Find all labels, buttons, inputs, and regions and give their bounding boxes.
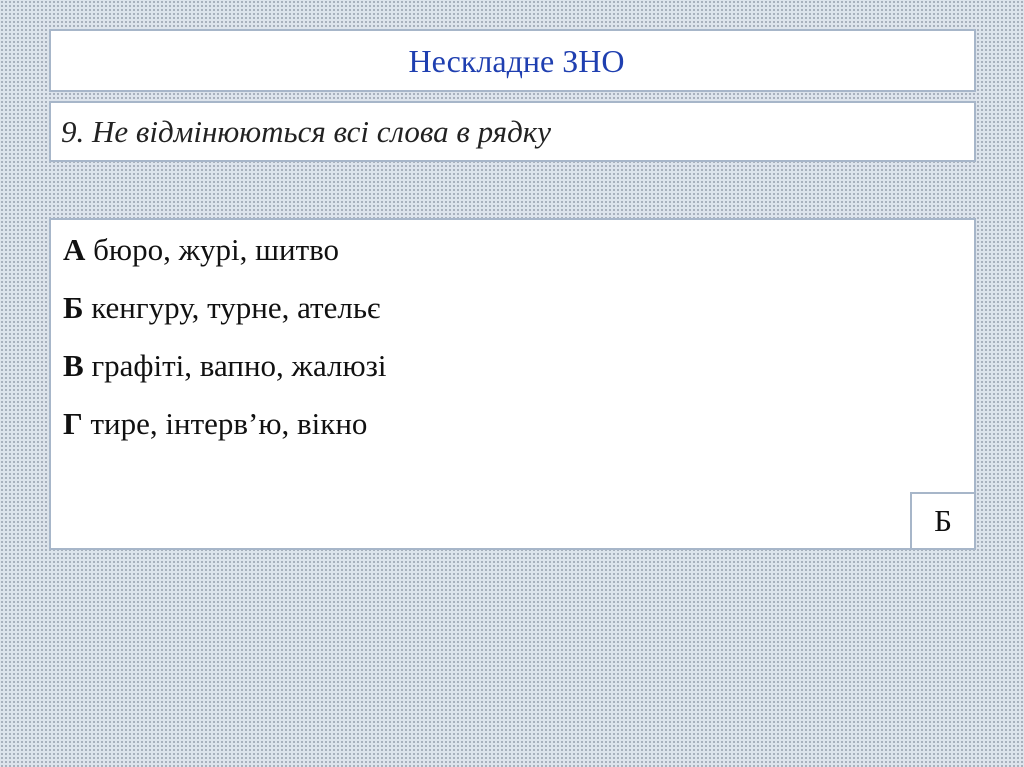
option-b-letter: Б <box>63 290 84 325</box>
option-c-text: графіті, вапно, жалюзі <box>83 348 387 383</box>
option-d-letter: Г <box>63 406 83 441</box>
answer-key-box: Б <box>910 492 976 550</box>
option-a: А бюро, журі, шитво <box>63 234 339 265</box>
option-d-text: тире, інтерв’ю, вікно <box>82 406 368 441</box>
question-text: 9. Не відмінюються всі слова в рядку <box>61 114 552 149</box>
option-c-letter: В <box>63 348 84 383</box>
option-b: Б кенгуру, турне, ательє <box>63 292 380 323</box>
question-box: 9. Не відмінюються всі слова в рядку <box>49 101 976 162</box>
slide-title: Нескладне ЗНО <box>408 42 625 79</box>
option-d: Г тире, інтерв’ю, вікно <box>63 408 367 439</box>
option-b-text: кенгуру, турне, ательє <box>83 290 381 325</box>
slide-title-box: Нескладне ЗНО <box>49 29 976 92</box>
option-a-letter: А <box>63 232 86 267</box>
option-a-text: бюро, журі, шитво <box>85 232 340 267</box>
answer-options-box: А бюро, журі, шитво Б кенгуру, турне, ат… <box>49 218 976 550</box>
option-c: В графіті, вапно, жалюзі <box>63 350 386 381</box>
